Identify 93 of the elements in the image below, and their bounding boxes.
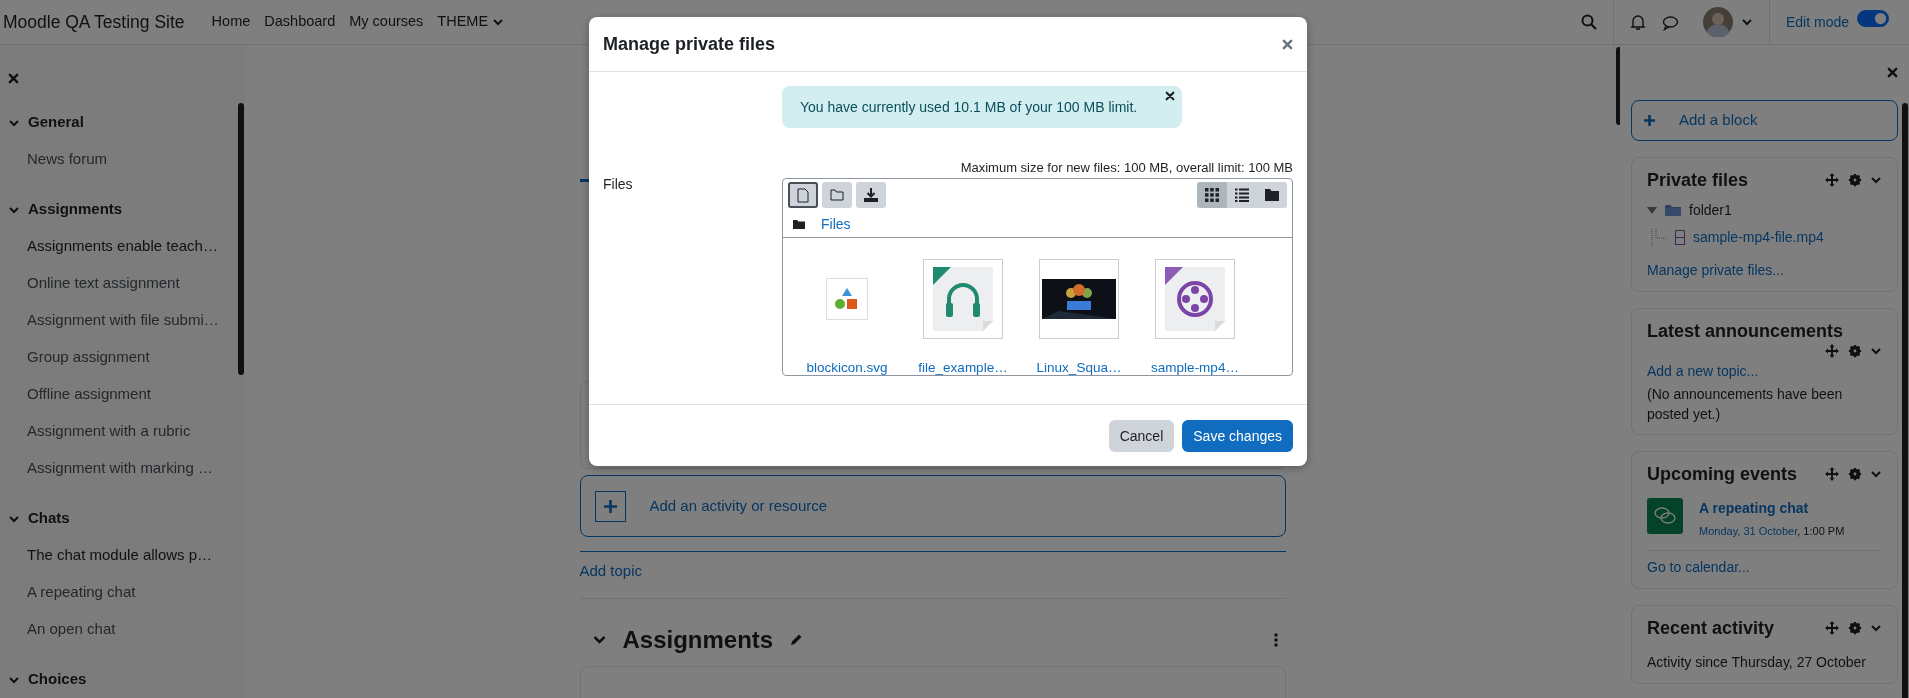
file-name-link[interactable]: Linux_Squa… [1036, 360, 1122, 375]
edit-mode-label: Edit mode [1785, 12, 1849, 32]
view-toggle[interactable] [1227, 182, 1257, 208]
save-button[interactable]: Save changes [1182, 420, 1293, 452]
block-title: Latest announcements [1647, 320, 1845, 343]
kebab-menu-icon[interactable] [1273, 632, 1278, 647]
section-link[interactable]: Choices [28, 668, 87, 691]
block-title: Private files [1647, 169, 1749, 192]
block-title: Upcoming events [1647, 463, 1798, 486]
search-icon[interactable] [1580, 14, 1597, 30]
course-index-item[interactable]: Online text assignment [27, 272, 180, 295]
event-link[interactable]: A repeating chat [1699, 498, 1845, 519]
gear-icon[interactable] [1848, 467, 1862, 481]
chat-event-icon [1647, 498, 1683, 534]
gear-icon[interactable] [1848, 620, 1862, 635]
caret-icon[interactable] [1870, 174, 1882, 186]
move-icon[interactable] [1824, 172, 1840, 188]
caret-icon[interactable] [1740, 16, 1753, 28]
caret-icon[interactable] [492, 16, 505, 28]
expand-triangle-icon[interactable] [1647, 206, 1657, 215]
section-link[interactable]: Assignments [28, 198, 123, 221]
nav-link[interactable]: Dashboard [257, 11, 343, 33]
event-time: , 1:00 PM [1797, 525, 1845, 537]
download-icon [864, 188, 878, 202]
pencil-icon[interactable] [789, 632, 804, 647]
file-icon [797, 187, 809, 203]
grid-view-icon [1205, 188, 1219, 202]
avatar[interactable] [1702, 7, 1733, 37]
nav-link[interactable]: My courses [342, 11, 431, 33]
plus-icon [1644, 115, 1655, 126]
image-file-icon [826, 278, 868, 320]
edit-mode-switch[interactable] [1857, 10, 1889, 27]
calendar-link[interactable]: Go to calendar... [1647, 558, 1750, 575]
gear-icon[interactable] [1848, 173, 1862, 187]
course-index-item[interactable]: Assignment with marking … [27, 457, 213, 480]
file-name-link[interactable]: sample-mp4… [1151, 360, 1239, 375]
folder-icon [1665, 204, 1681, 217]
add-topic-link[interactable]: Add a new topic... [1647, 363, 1759, 379]
folder-icon [830, 189, 844, 201]
view-toggle[interactable] [1257, 182, 1287, 208]
add-topic-link[interactable]: Add topic [579, 562, 643, 579]
gear-icon[interactable] [1848, 344, 1862, 358]
file-link[interactable]: sample-mp4-file.mp4 [1693, 227, 1824, 248]
course-index-item[interactable]: Assignment with file submi… [27, 309, 219, 332]
list-view-icon [1235, 188, 1249, 202]
caret-icon[interactable] [1870, 345, 1882, 357]
add-file-button[interactable] [788, 182, 818, 208]
move-icon[interactable] [1824, 466, 1840, 482]
course-index-item[interactable]: News forum [27, 148, 108, 171]
course-index-item[interactable]: Group assignment [27, 346, 150, 369]
tree-connector [1651, 228, 1667, 247]
view-toggle[interactable] [1197, 182, 1227, 208]
folder-icon [793, 219, 805, 229]
video-file-icon [1155, 259, 1235, 339]
file-name-link[interactable]: file_example… [918, 360, 1008, 375]
close-icon[interactable] [1165, 91, 1175, 101]
caret-icon[interactable] [1870, 468, 1882, 480]
download-button[interactable] [856, 182, 886, 208]
course-index-item[interactable]: A repeating chat [27, 581, 136, 604]
empty-message: (No announcements have been posted yet.) [1647, 385, 1844, 424]
course-index-item[interactable]: Assignment with a rubric [27, 420, 191, 443]
dialog-title: Manage private files [603, 32, 776, 56]
audio-file-icon [923, 259, 1003, 339]
folder-name: folder1 [1689, 201, 1732, 220]
nav-link[interactable]: Home [204, 11, 258, 33]
section-link[interactable]: General [28, 111, 84, 134]
event-date-link[interactable]: Monday, 31 October [1699, 525, 1798, 537]
manage-files-link[interactable]: Manage private files... [1647, 262, 1784, 278]
quota-alert: You have currently used 10.1 MB of your 100 MB limit. [782, 86, 1182, 128]
breadcrumb-link[interactable]: Files [821, 213, 851, 235]
activity-since-text: Activity since Thursday, 27 October [1647, 652, 1867, 672]
add-activity-button[interactable]: Add an activity or resource [579, 475, 1286, 537]
course-index-item[interactable]: Offline assignment [27, 383, 151, 406]
section-title: Assignments [622, 624, 774, 655]
field-label: Files [603, 176, 633, 192]
course-index-item[interactable]: Assignments enable teach… [27, 235, 218, 258]
plus-icon [594, 490, 626, 522]
film-file-icon [1675, 230, 1685, 245]
move-icon[interactable] [1824, 343, 1840, 359]
add-block-button[interactable]: Add a block [1631, 100, 1898, 141]
site-name[interactable]: Moodle QA Testing Site [3, 8, 185, 36]
course-index-item[interactable]: An open chat [27, 618, 116, 641]
folder-view-icon [1265, 188, 1279, 202]
chat-icon[interactable] [1661, 14, 1679, 31]
nav-link[interactable]: THEME [430, 11, 512, 33]
course-index-item[interactable]: The chat module allows p… [27, 544, 213, 567]
section-link[interactable]: Chats [28, 507, 70, 530]
block-title: Recent activity [1647, 616, 1775, 640]
cancel-button[interactable]: Cancel [1108, 420, 1175, 452]
file-name-link[interactable]: blockicon.svg [806, 360, 888, 375]
move-icon[interactable] [1824, 619, 1840, 636]
size-limits-text: Maximum size for new files: 100 MB, overall limit: 100 MB [959, 160, 1293, 176]
bell-icon[interactable] [1629, 14, 1646, 30]
